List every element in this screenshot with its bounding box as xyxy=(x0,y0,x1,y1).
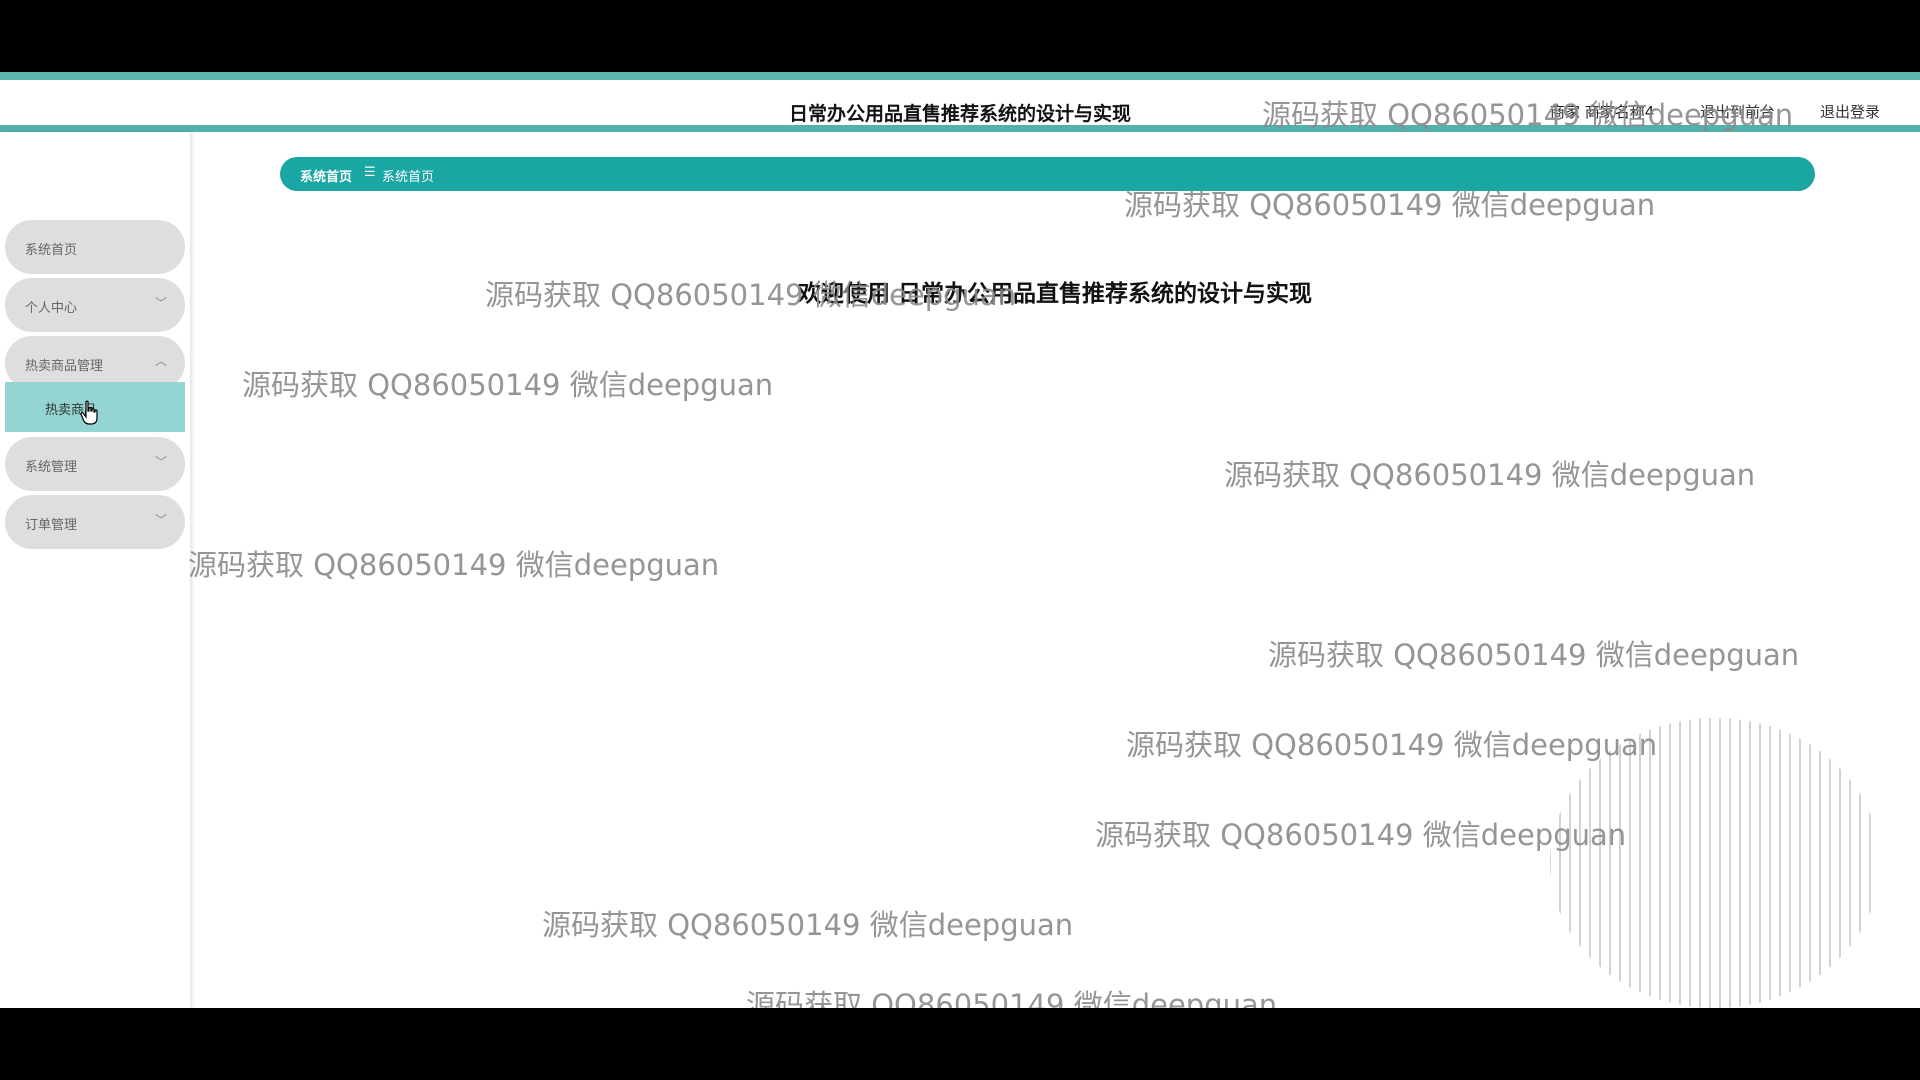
user-label: 商家 商家名称4 xyxy=(1550,103,1655,121)
sidebar-item-label: 系统管理 xyxy=(25,460,78,475)
front-link[interactable]: 退出到前台 xyxy=(1700,101,1775,122)
sidebar-item-home[interactable]: 系统首页 xyxy=(5,220,185,274)
header-divider xyxy=(0,125,1920,132)
watermark-text: 源码获取 QQ86050149 微信deepguan xyxy=(746,988,1278,1008)
watermark-text: 源码获取 QQ86050149 微信deepguan xyxy=(542,908,1074,942)
chevron-up-icon: ︿ xyxy=(154,354,167,368)
welcome-heading: 欢迎使用 日常办公用品直售推荐系统的设计与实现 xyxy=(797,281,1312,307)
top-accent-bar xyxy=(0,72,1920,80)
breadcrumb-current: 系统首页 xyxy=(382,170,435,185)
chevron-down-icon: ﹀ xyxy=(154,513,167,527)
header: 日常办公用品直售推荐系统的设计与实现 商家 商家名称4 退出到前台 退出登录 xyxy=(0,80,1920,125)
sidebar-item-label: 系统首页 xyxy=(25,243,78,258)
hand-cursor-icon xyxy=(80,400,98,425)
breadcrumb-home-link[interactable]: 系统首页 xyxy=(300,166,352,185)
sidebar-item-system[interactable]: 系统管理 ﹀ xyxy=(5,437,185,491)
decorative-stripe-circle xyxy=(1550,718,1871,1008)
watermark-text: 源码获取 QQ86050149 微信deepguan xyxy=(1268,638,1800,672)
breadcrumb-separator-icon: ☰ xyxy=(364,165,376,180)
chevron-down-icon: ﹀ xyxy=(154,455,167,469)
watermark-text: 源码获取 QQ86050149 微信deepguan xyxy=(188,548,720,582)
sidebar-item-label: 热卖商品管理 xyxy=(25,359,104,374)
app-window: 日常办公用品直售推荐系统的设计与实现 商家 商家名称4 退出到前台 退出登录 系… xyxy=(0,72,1920,1008)
watermark-text: 源码获取 QQ86050149 微信deepguan xyxy=(242,368,774,402)
logout-link[interactable]: 退出登录 xyxy=(1820,101,1880,122)
sidebar-item-label: 订单管理 xyxy=(25,518,78,533)
breadcrumb: 系统首页 ☰ 系统首页 xyxy=(280,157,1815,191)
watermark-text: 源码获取 QQ86050149 微信deepguan xyxy=(1224,458,1756,492)
sidebar-item-orders[interactable]: 订单管理 ﹀ xyxy=(5,495,185,549)
sidebar: 系统首页 个人中心 ﹀ 热卖商品管理 ︿ 热卖商品 系统管理 ﹀ 订单管理 ﹀ xyxy=(0,132,190,1008)
